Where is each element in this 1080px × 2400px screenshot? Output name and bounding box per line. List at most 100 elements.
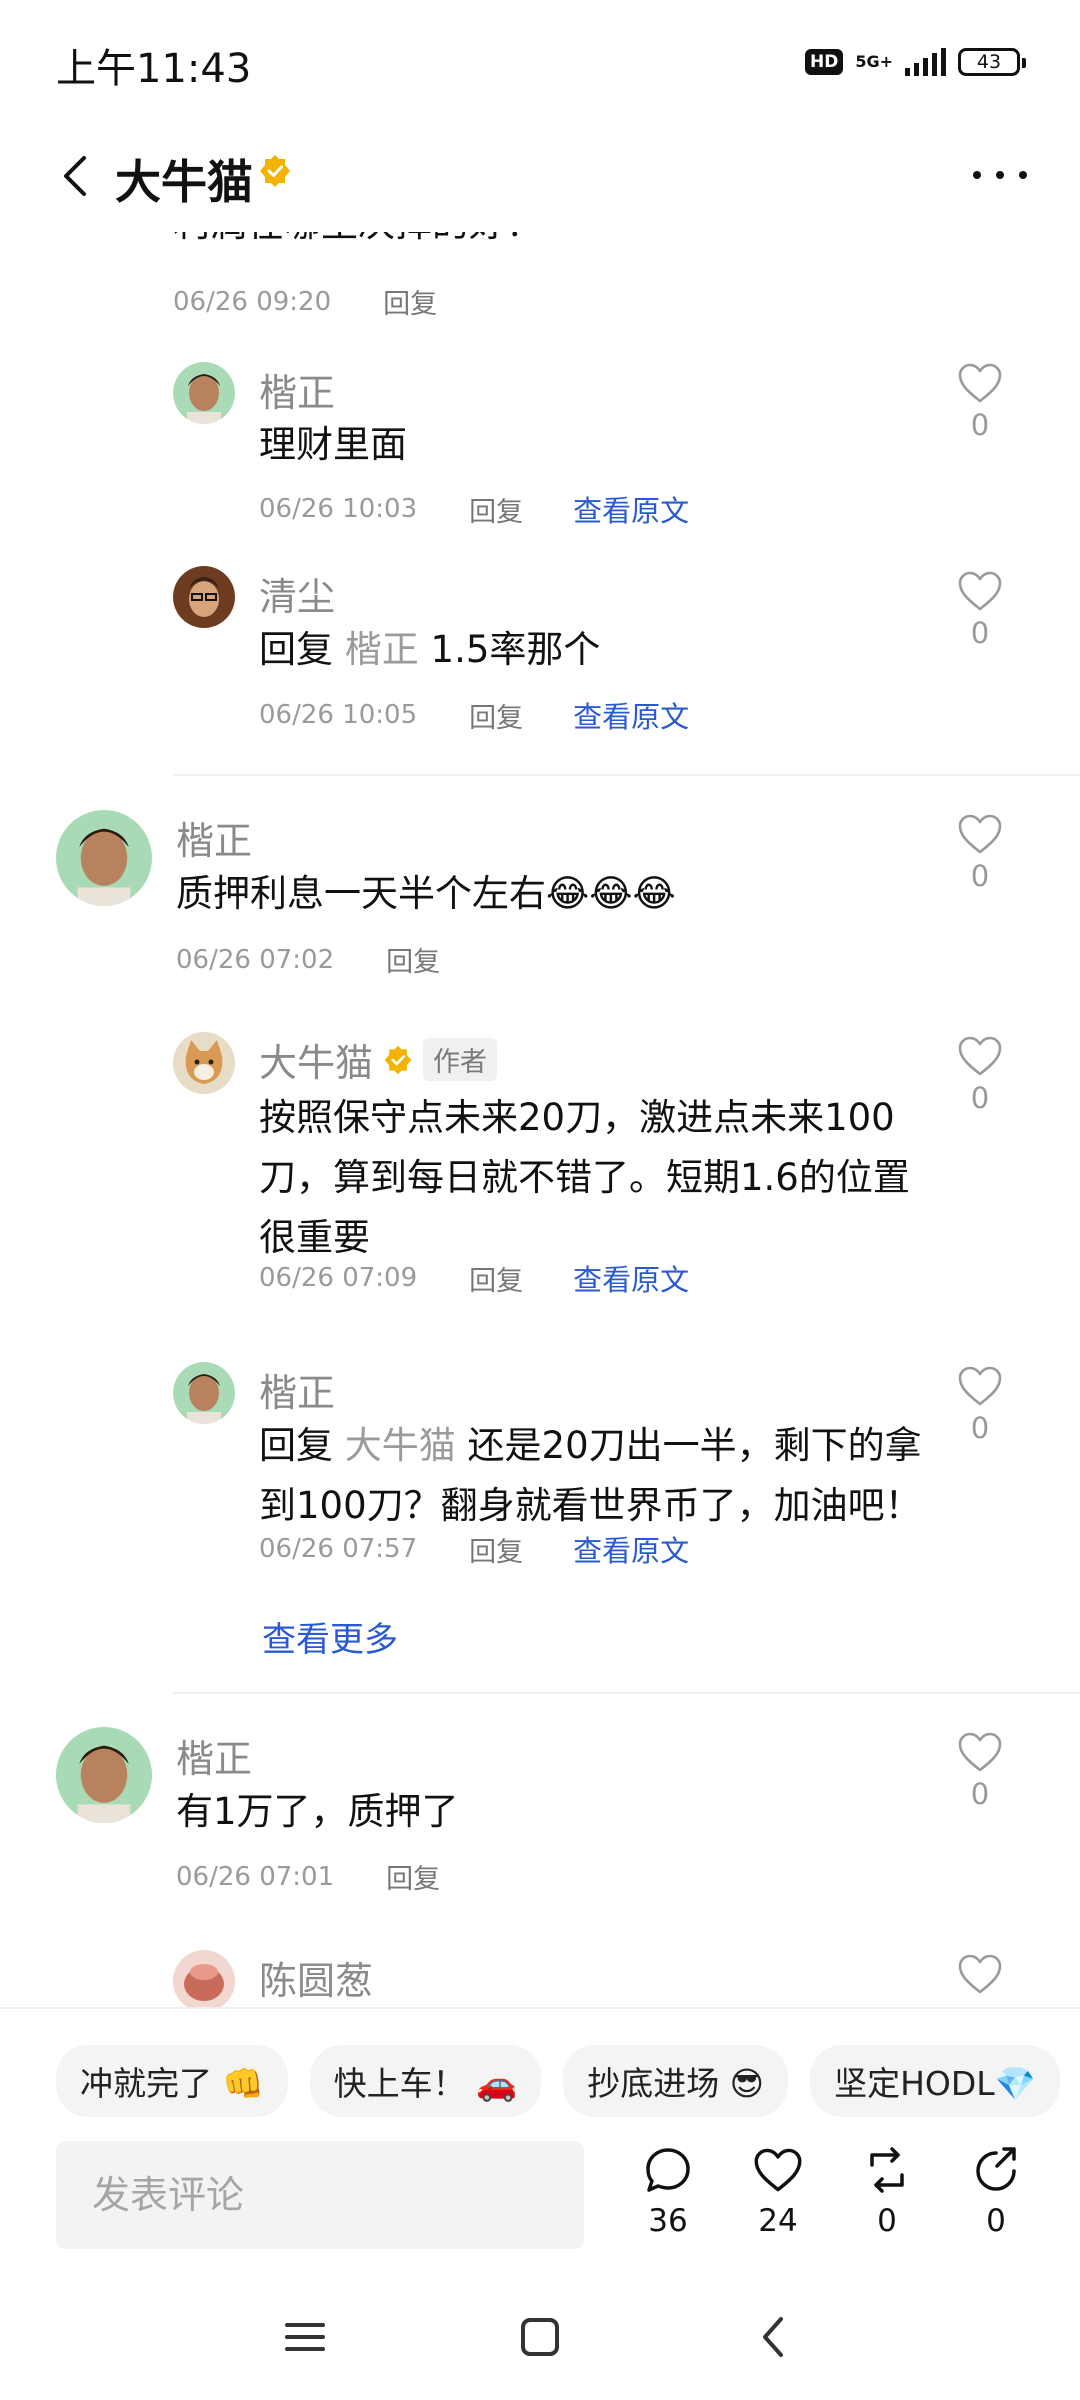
reply-button[interactable]: 回复 [469, 490, 523, 529]
comment-text: 理财里面 [259, 423, 407, 466]
comment-text: 质押利息一天半个左右😂😂😂 [176, 872, 676, 915]
signal-icon [905, 48, 946, 76]
reply-button[interactable]: 回复 [386, 1857, 440, 1896]
like-button[interactable]: 0 [950, 1731, 1010, 1811]
view-original-link[interactable]: 查看原文 [573, 1257, 689, 1299]
reply-button[interactable]: 回复 [469, 1259, 523, 1298]
comment-meta: 06/26 10:03 回复 查看原文 [259, 488, 689, 530]
quick-reply-chip[interactable]: 坚定HODL💎 [810, 2045, 1060, 2117]
like-button[interactable]: 0 [950, 813, 1010, 893]
mention-link[interactable]: 楷正 [345, 628, 419, 671]
quick-reply-chips: 冲就完了 👊 快上车！ 🚗 抄底进场 😎 坚定HODL💎 冲 [56, 2045, 1080, 2117]
share-count: 0 [986, 2203, 1006, 2239]
comment-text-partial: 利润在哪里决择的好？ [173, 232, 543, 254]
heart-icon [958, 363, 1002, 403]
status-time: 上午11:43 [56, 46, 252, 92]
comment-text: 按照保守点未来20刀，激进点未来100刀，算到每日就不错了。短期1.6的位置很重… [259, 1096, 910, 1259]
comment-input[interactable]: 发表评论 [56, 2141, 584, 2249]
mention-link[interactable]: 大牛猫 [345, 1424, 456, 1467]
author-avatar[interactable] [173, 1032, 235, 1094]
comment-count: 36 [648, 2203, 688, 2239]
avatar[interactable] [173, 362, 235, 424]
quick-reply-bar: 冲就完了 👊 快上车！ 🚗 抄底进场 😎 坚定HODL💎 冲 [0, 2007, 1080, 2139]
commenter-name[interactable]: 清尘 [259, 566, 335, 621]
reply-button[interactable]: 回复 [469, 1530, 523, 1569]
avatar[interactable] [56, 810, 152, 906]
avatar[interactable] [173, 566, 235, 628]
battery-icon: 43 [958, 48, 1026, 76]
commenter-name[interactable]: 陈圆葱 [259, 1950, 373, 2005]
commenter-name[interactable]: 楷正 [259, 1362, 335, 1417]
comment-meta: 06/26 07:09 回复 查看原文 [259, 1257, 689, 1299]
comment-meta: 06/26 07:01 回复 [176, 1857, 440, 1896]
view-original-link[interactable]: 查看原文 [573, 694, 689, 736]
like-count: 0 [970, 1081, 990, 1115]
menu-icon[interactable] [275, 2307, 335, 2367]
comment-time: 06/26 07:01 [176, 1861, 335, 1892]
repost-count: 0 [877, 2203, 897, 2239]
reply-prefix: 回复 [259, 628, 333, 671]
divider [173, 774, 1080, 776]
commenter-name[interactable]: 楷正 [176, 810, 252, 865]
comment-time: 06/26 09:20 [173, 286, 332, 317]
more-options-icon[interactable] [970, 168, 1030, 182]
verified-badge-icon [260, 155, 290, 187]
see-more-replies-link[interactable]: 查看更多 [262, 1612, 398, 1661]
like-button[interactable] [950, 1953, 1010, 1995]
comment-time: 06/26 07:02 [176, 944, 335, 975]
heart-icon [958, 571, 1002, 611]
avatar[interactable] [173, 1950, 235, 2007]
share-button[interactable]: 0 [956, 2145, 1036, 2239]
reply-prefix: 回复 [259, 1424, 333, 1467]
like-post-button[interactable]: 24 [738, 2145, 818, 2239]
like-count: 0 [970, 1411, 990, 1445]
top-bar: 大牛猫 [0, 120, 1080, 232]
repost-button[interactable]: 0 [847, 2145, 927, 2239]
repost-icon [870, 2147, 904, 2193]
comment-text: 回复 大牛猫 还是20刀出一半，剩下的拿到100刀？翻身就看世界币了，加油吧！ [259, 1416, 949, 1536]
bottom-action-bar: 发表评论 36 24 0 0 [0, 2137, 1080, 2267]
home-icon[interactable] [510, 2307, 570, 2367]
comment-text: 有1万了，质押了 [176, 1790, 459, 1833]
reply-button[interactable]: 回复 [383, 282, 437, 321]
like-button[interactable]: 0 [950, 1035, 1010, 1115]
like-button[interactable]: 0 [950, 570, 1010, 650]
like-count: 24 [758, 2203, 798, 2239]
back-nav-icon[interactable] [745, 2307, 805, 2367]
comment-time: 06/26 07:57 [259, 1534, 418, 1564]
commenter-name[interactable]: 大牛猫 作者 [259, 1032, 498, 1087]
network-type: 5G+ [855, 52, 893, 71]
comment-meta: 06/26 09:20 回复 [173, 282, 437, 321]
page-title: 大牛猫 [115, 155, 253, 209]
heart-icon [754, 2148, 802, 2192]
back-arrow-icon[interactable] [56, 152, 96, 200]
heart-icon [958, 814, 1002, 854]
author-badge: 作者 [423, 1038, 498, 1081]
view-original-link[interactable]: 查看原文 [573, 488, 689, 530]
commenter-name[interactable]: 楷正 [259, 362, 335, 417]
like-button[interactable]: 0 [950, 1365, 1010, 1445]
quick-reply-chip[interactable]: 快上车！ 🚗 [309, 2045, 542, 2117]
commenter-name[interactable]: 楷正 [176, 1728, 252, 1783]
heart-icon [958, 1954, 1002, 1994]
quick-reply-chip[interactable]: 抄底进场 😎 [563, 2045, 789, 2117]
avatar[interactable] [56, 1727, 152, 1823]
avatar[interactable] [173, 1362, 235, 1424]
share-icon [976, 2147, 1016, 2191]
comment-meta: 06/26 07:02 回复 [176, 940, 440, 979]
comment-button[interactable]: 36 [628, 2145, 708, 2239]
like-count: 0 [970, 1777, 990, 1811]
quick-reply-chip[interactable]: 冲就完了 👊 [56, 2045, 288, 2117]
comment-bubble-icon [646, 2148, 690, 2192]
comment-text: 回复 楷正 1.5率那个 [259, 620, 600, 680]
like-button[interactable]: 0 [950, 362, 1010, 442]
reply-button[interactable]: 回复 [469, 696, 523, 735]
reply-button[interactable]: 回复 [386, 940, 440, 979]
comment-feed[interactable]: 利润在哪里决择的好？ 06/26 09:20 回复 楷正 理财里面 06/26 … [0, 232, 1080, 2007]
heart-icon [958, 1366, 1002, 1406]
system-nav-bar [0, 2267, 1080, 2400]
view-original-link[interactable]: 查看原文 [573, 1528, 689, 1570]
like-count: 0 [970, 616, 990, 650]
comment-time: 06/26 10:05 [259, 700, 418, 730]
like-count: 0 [970, 859, 990, 893]
